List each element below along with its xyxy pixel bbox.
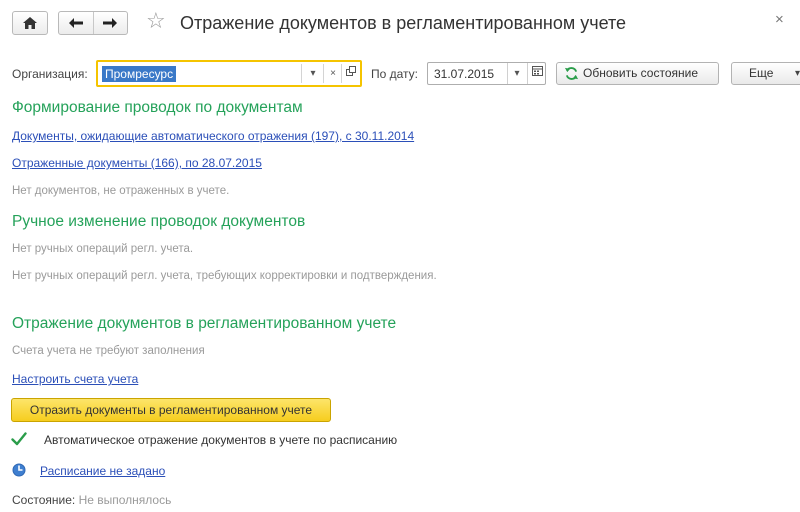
not-reflected-note: Нет документов, не отраженных в учете. xyxy=(12,185,230,197)
schedule-link[interactable]: Расписание не задано xyxy=(40,463,165,479)
refresh-icon xyxy=(564,67,579,80)
field-divider xyxy=(527,63,528,84)
date-field[interactable]: 31.07.2015 ▾ xyxy=(427,62,546,85)
status-label: Состояние: xyxy=(12,493,76,507)
organization-value[interactable]: Промресурс xyxy=(102,66,177,82)
refresh-status-button[interactable]: Обновить состояние xyxy=(556,62,719,85)
history-navigation xyxy=(58,11,128,35)
refresh-status-label: Обновить состояние xyxy=(583,66,699,80)
date-label: По дату: xyxy=(371,67,419,81)
organization-label: Организация: xyxy=(12,67,88,81)
page-title: Отражение документов в регламентированно… xyxy=(180,13,627,33)
field-divider xyxy=(507,63,508,84)
section-heading-postings: Формирование проводок по документам xyxy=(12,99,303,116)
close-icon[interactable]: × xyxy=(775,10,784,30)
favorite-star-icon[interactable]: ☆ xyxy=(146,9,166,33)
field-divider xyxy=(341,64,342,83)
clock-icon xyxy=(12,463,26,477)
status-row: Состояние: Не выполнялось xyxy=(12,492,171,508)
chevron-down-icon[interactable]: ▾ xyxy=(509,66,525,82)
auto-reflection-label[interactable]: Автоматическое отражение документов в уч… xyxy=(44,432,397,448)
accounts-note: Счета учета не требуют заполнения xyxy=(12,345,205,357)
field-divider xyxy=(323,64,324,83)
back-button[interactable] xyxy=(59,12,93,34)
manual-correction-note: Нет ручных операций регл. учета, требующ… xyxy=(12,270,437,282)
date-value[interactable]: 31.07.2015 xyxy=(434,66,494,82)
section-heading-manual: Ручное изменение проводок документов xyxy=(12,213,306,230)
forward-button[interactable] xyxy=(92,12,128,34)
pending-documents-link[interactable]: Документы, ожидающие автоматического отр… xyxy=(12,128,414,144)
arrow-left-icon xyxy=(68,18,83,28)
more-button[interactable]: Еще ▾ xyxy=(731,62,800,85)
reflected-documents-link[interactable]: Отраженные документы (166), по 28.07.201… xyxy=(12,155,262,171)
open-icon[interactable] xyxy=(343,66,359,82)
clear-icon[interactable]: × xyxy=(325,66,341,82)
home-button[interactable] xyxy=(12,11,48,35)
setup-accounts-link[interactable]: Настроить счета учета xyxy=(12,371,138,387)
status-value: Не выполнялось xyxy=(78,493,172,507)
manual-operations-note: Нет ручных операций регл. учета. xyxy=(12,243,194,255)
calendar-icon[interactable] xyxy=(529,66,545,82)
chevron-down-icon[interactable]: ▾ xyxy=(305,66,321,82)
home-icon xyxy=(23,17,37,29)
auto-reflection-checkbox[interactable] xyxy=(11,431,27,447)
more-label: Еще xyxy=(749,66,774,80)
arrow-right-icon xyxy=(103,18,118,28)
reflect-documents-button[interactable]: Отразить документы в регламентированном … xyxy=(11,398,331,422)
field-divider xyxy=(301,64,302,83)
organization-field[interactable]: Промресурс ▾ × xyxy=(96,60,362,87)
checkmark-icon xyxy=(11,432,27,446)
chevron-down-icon: ▾ xyxy=(795,68,800,79)
section-heading-reflection: Отражение документов в регламентированно… xyxy=(12,315,397,332)
